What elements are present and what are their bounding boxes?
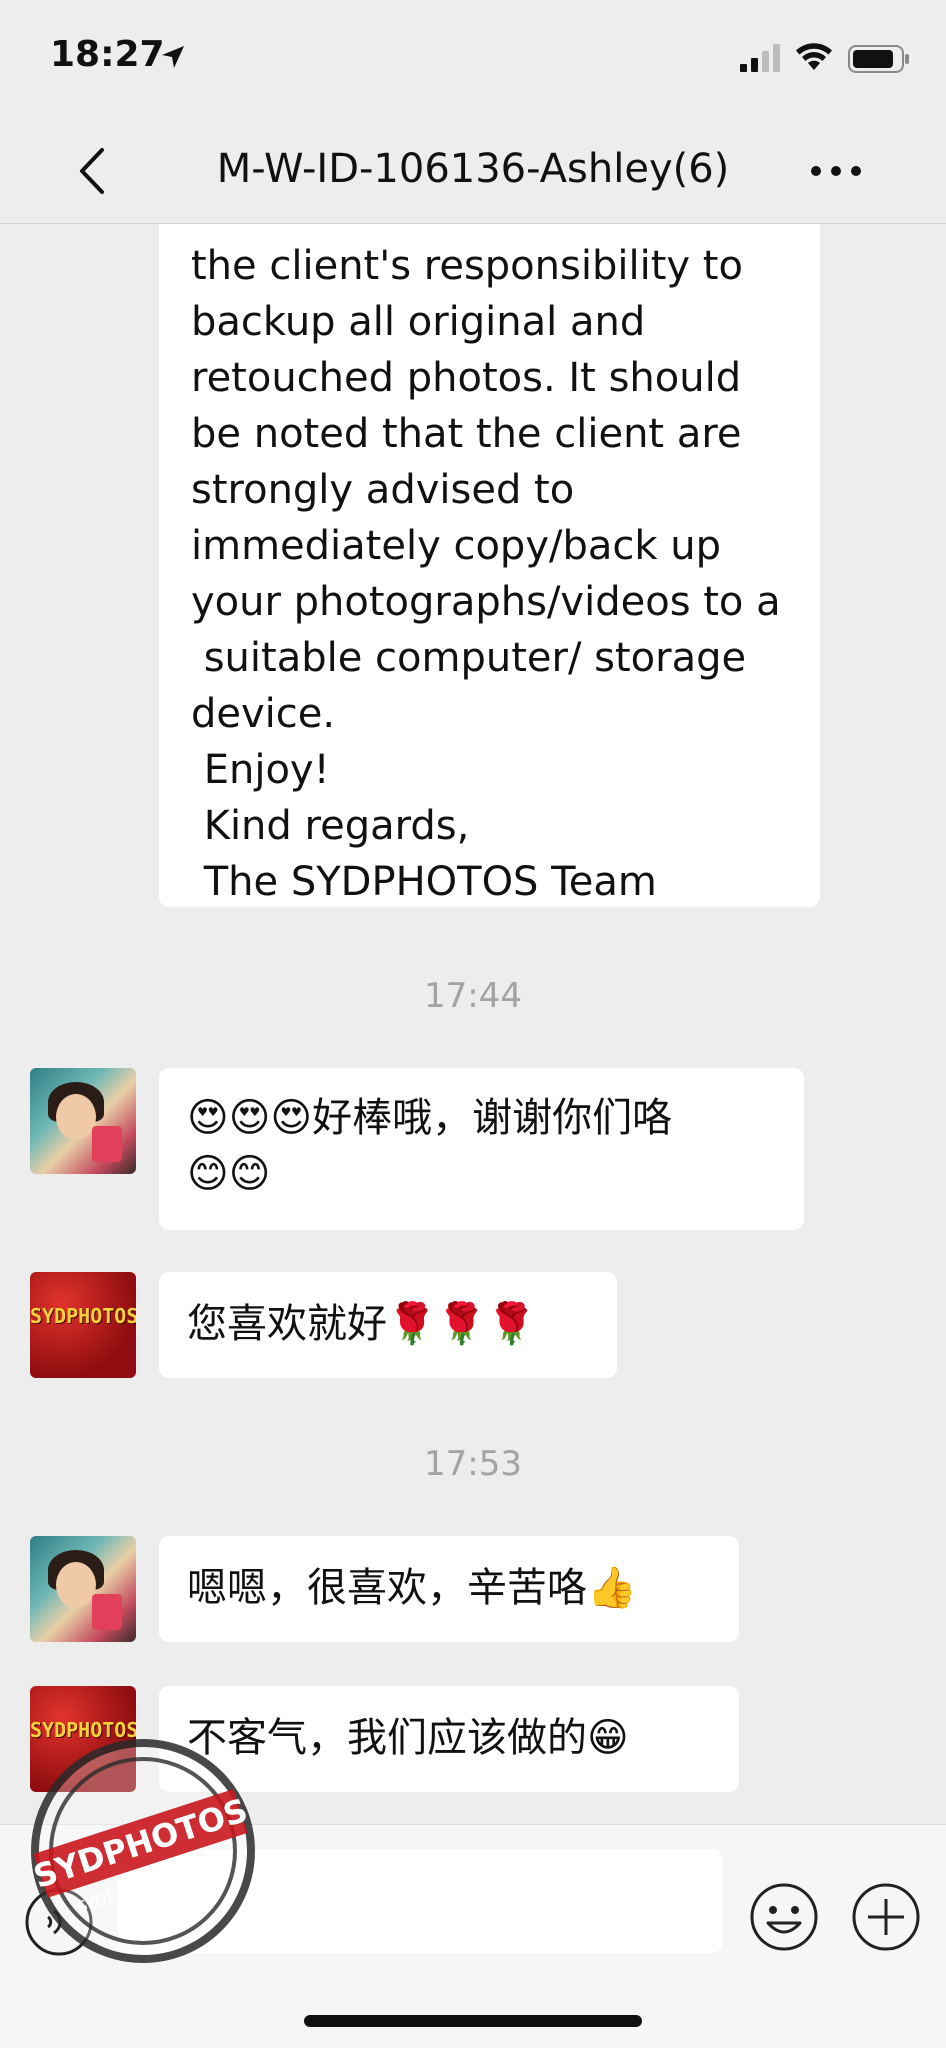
message-text-line: Enjoy! xyxy=(191,747,330,793)
message-text: 嗯嗯，很喜欢，辛苦咯👍 xyxy=(187,1565,637,1611)
avatar-face xyxy=(56,1562,96,1608)
back-arrow-icon[interactable] xyxy=(74,146,114,196)
chat-title: M-W-ID-106136-Ashley(6) xyxy=(216,146,730,192)
avatar-sydphotos[interactable]: SYDPHOTOS xyxy=(30,1272,136,1378)
sydphotos-watermark-logo: SYDPHOTOS SYDPHOTOS.COM.AU xyxy=(29,1739,255,1963)
message-text-line: retouched photos. It should xyxy=(191,355,742,401)
message-list[interactable]: the client's responsibility to backup al… xyxy=(0,224,946,1824)
message-text-line: The SYDPHOTOS Team xyxy=(191,859,657,905)
cellular-signal-icon xyxy=(740,44,780,72)
emoji-picker-icon[interactable] xyxy=(748,1881,820,1953)
message-text-line: suitable computer/ storage xyxy=(191,635,747,681)
message-text-line: the client's responsibility to xyxy=(191,243,743,289)
message-text-line: strongly advised to xyxy=(191,467,575,513)
message-text-line: device. xyxy=(191,691,336,737)
avatar-face xyxy=(56,1094,96,1140)
more-actions-plus-icon[interactable] xyxy=(850,1881,922,1953)
status-time: 18:27 xyxy=(50,34,165,75)
message-text: 不客气，我们应该做的😁 xyxy=(187,1715,629,1761)
avatar-drink xyxy=(92,1126,122,1162)
message-text: 😊😊 xyxy=(187,1151,271,1197)
location-arrow-icon xyxy=(162,46,184,68)
message-text-line: backup all original and xyxy=(191,299,646,345)
battery-icon xyxy=(848,45,909,73)
message-timestamp: 17:53 xyxy=(424,1444,522,1484)
wifi-icon xyxy=(796,43,832,70)
avatar-user[interactable] xyxy=(30,1536,136,1642)
message-text-line: be noted that the client are xyxy=(191,411,742,457)
message-text: 您喜欢就好🌹🌹🌹 xyxy=(187,1301,537,1347)
message-text: 😍😍😍好棒哦，谢谢你们咯 xyxy=(187,1095,673,1141)
avatar-user[interactable] xyxy=(30,1068,136,1174)
status-bar: 18:27 xyxy=(0,0,946,118)
message-text-line: your photographs/videos to a xyxy=(191,579,781,625)
message-bubble[interactable]: 您喜欢就好🌹🌹🌹 xyxy=(159,1272,617,1378)
chat-header: M-W-ID-106136-Ashley(6) xyxy=(0,118,946,224)
message-text-line: Kind regards, xyxy=(191,803,470,849)
home-indicator[interactable] xyxy=(304,2015,642,2027)
message-bubble[interactable]: 嗯嗯，很喜欢，辛苦咯👍 xyxy=(159,1536,739,1642)
more-options-icon[interactable] xyxy=(806,156,866,186)
message-bubble-long-text[interactable]: the client's responsibility to backup al… xyxy=(159,224,820,907)
avatar-drink xyxy=(92,1594,122,1630)
message-bubble[interactable]: 😍😍😍好棒哦，谢谢你们咯 😊😊 xyxy=(159,1068,804,1230)
message-text-line: immediately copy/back up xyxy=(191,523,721,569)
avatar-logo-text: SYDPHOTOS xyxy=(30,1304,136,1328)
message-timestamp: 17:44 xyxy=(424,976,522,1016)
